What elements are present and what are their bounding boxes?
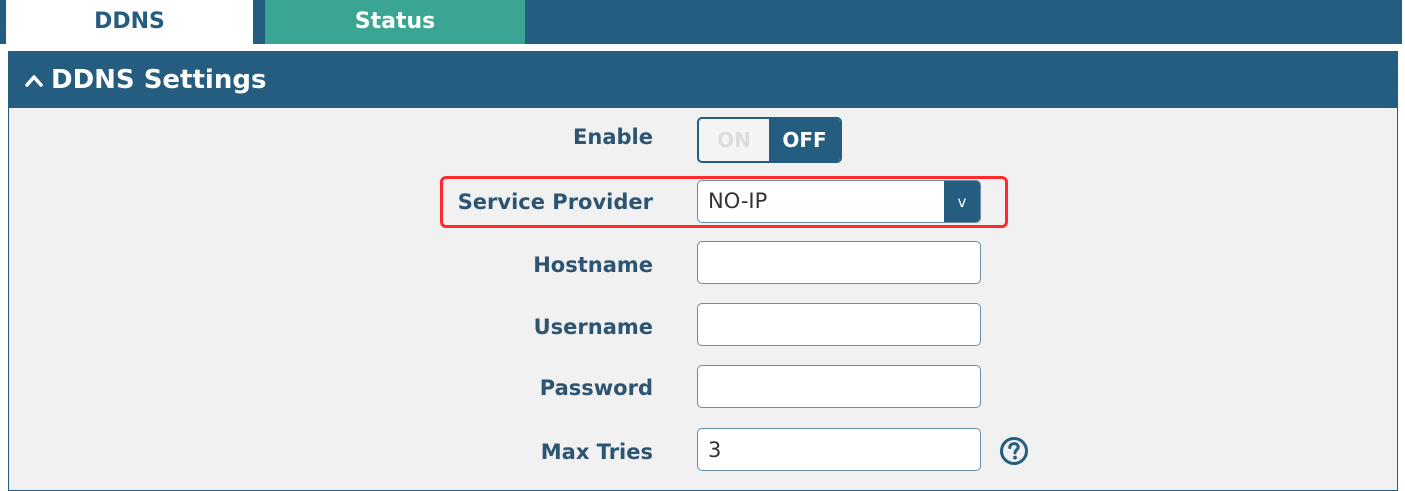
service-provider-label: Service Provider (457, 190, 653, 214)
toggle-on-option[interactable]: ON (699, 119, 769, 161)
tab-bar: DDNS Status (0, 0, 1402, 44)
panel-header[interactable]: DDNS Settings (9, 52, 1397, 108)
tab-ddns[interactable]: DDNS (6, 0, 253, 44)
caret-up-icon (25, 75, 43, 87)
enable-label: Enable (573, 125, 653, 149)
service-provider-select[interactable]: NO-IP v (697, 180, 981, 223)
chevron-down-icon[interactable]: v (944, 181, 980, 222)
service-provider-value: NO-IP (708, 189, 768, 213)
hostname-input[interactable] (697, 241, 981, 284)
panel-title: DDNS Settings (51, 65, 267, 95)
ddns-settings-panel: DDNS Settings Enable ON OFF Service Prov… (8, 51, 1398, 491)
tab-separator (253, 0, 265, 44)
enable-toggle[interactable]: ON OFF (697, 117, 842, 163)
username-input[interactable] (697, 303, 981, 346)
max-tries-label: Max Tries (540, 440, 653, 464)
password-input[interactable] (697, 365, 981, 408)
toggle-off-option[interactable]: OFF (769, 119, 840, 161)
max-tries-input[interactable] (697, 428, 981, 471)
help-icon[interactable] (999, 436, 1029, 466)
hostname-label: Hostname (533, 253, 653, 277)
username-label: Username (533, 315, 653, 339)
tab-status[interactable]: Status (265, 0, 525, 44)
password-label: Password (539, 376, 653, 400)
